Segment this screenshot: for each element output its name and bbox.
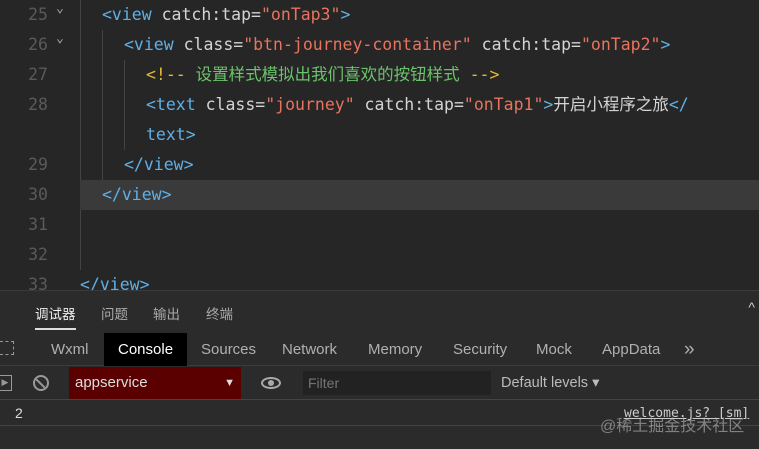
code-token: class=	[205, 95, 266, 114]
code-text: </view>	[80, 270, 150, 290]
code-token: >	[543, 95, 554, 114]
tab-sources[interactable]: Sources	[187, 333, 270, 366]
tab-console[interactable]: Console	[104, 333, 188, 366]
code-token: 开启小程序之旅	[553, 95, 669, 114]
code-line[interactable]: 25 ⌄ <view catch:tap="onTap3">	[0, 0, 759, 30]
filter-input[interactable]	[303, 371, 491, 395]
code-line[interactable]: 32	[0, 240, 759, 270]
inspect-icon[interactable]	[0, 341, 14, 355]
line-number: 25	[28, 5, 48, 24]
line-number: 28	[28, 95, 48, 114]
code-text: text>	[146, 120, 196, 150]
code-token: <!--	[146, 65, 196, 84]
line-number: 31	[28, 215, 48, 234]
tab-mock[interactable]: Mock	[522, 333, 586, 366]
panel-tab[interactable]: 问题	[101, 303, 128, 323]
line-number: 27	[28, 65, 48, 84]
devtools-tabs: » Wxml Console Sources Network Memory Securit…	[0, 333, 759, 366]
code-line[interactable]: 30 </view>	[28, 180, 759, 210]
code-token: </	[668, 95, 689, 114]
console-output-value: 2	[15, 405, 23, 421]
debug-panel: 调试器 问题 输出 终端 ^ » Wxml Console Sources Network M…	[0, 290, 759, 449]
code-token: </view>	[80, 275, 150, 290]
code-line[interactable]: 33 </view>	[0, 270, 759, 290]
line-number: 30	[28, 185, 48, 204]
code-editor[interactable]: 25 ⌄ <view catch:tap="onTap3"> 26 ⌄ <view cla…	[0, 0, 759, 290]
context-value: appservice	[75, 374, 148, 391]
code-token: catch:tap=	[354, 95, 464, 114]
tab-security[interactable]: Security	[439, 333, 521, 366]
watermark: @稀土掘金技术社区	[600, 418, 745, 435]
tab-wxml[interactable]: Wxml	[37, 333, 103, 366]
code-token: "onTap3"	[260, 5, 341, 24]
collapse-icon[interactable]: ^	[748, 299, 755, 315]
code-token: </view>	[102, 185, 172, 204]
console-toolbar: ▶ appservice ▼ Default levels ▾	[0, 367, 759, 400]
prompt-icon: ›	[0, 430, 1, 442]
tab-appdata[interactable]: AppData	[588, 333, 674, 366]
code-token: "journey"	[265, 95, 355, 114]
code-token: <view	[102, 5, 162, 24]
code-token: >	[660, 35, 671, 54]
code-line[interactable]: 29 </view>	[0, 150, 759, 180]
code-line[interactable]: 27 <!-- 设置样式模拟出我们喜欢的按钮样式 -->	[0, 60, 759, 90]
code-token: text>	[146, 125, 196, 144]
code-token: <text	[146, 95, 206, 114]
panel-tabs: 调试器 问题 输出 终端	[0, 291, 759, 333]
code-line[interactable]: 31	[0, 210, 759, 240]
code-token: class=	[183, 35, 244, 54]
code-text: </view>	[124, 150, 194, 180]
fold-chevron-icon[interactable]: ⌄	[56, 0, 64, 24]
eye-icon[interactable]	[261, 377, 281, 389]
line-number: 32	[28, 245, 48, 264]
chevron-down-icon: ▼	[224, 377, 235, 389]
code-token: catch:tap=	[161, 5, 261, 24]
more-tabs-button[interactable]: »	[670, 333, 709, 366]
code-line[interactable]: 28 <text class="journey" catch:tap="onTap…	[0, 90, 759, 120]
code-token: <view	[124, 35, 184, 54]
code-line[interactable]: text>	[0, 120, 759, 150]
tab-memory[interactable]: Memory	[354, 333, 436, 366]
code-token: "onTap1"	[463, 95, 544, 114]
panel-tab[interactable]: 输出	[153, 303, 180, 323]
code-token: "btn-journey-container"	[243, 35, 472, 54]
panel-tab[interactable]: 终端	[206, 303, 233, 323]
code-token: "onTap2"	[580, 35, 661, 54]
code-token: 设置样式模拟出我们喜欢的按钮样式	[195, 65, 460, 84]
context-select[interactable]: appservice ▼	[69, 367, 241, 399]
code-line[interactable]: 26 ⌄ <view class="btn-journey-container" c…	[0, 30, 759, 60]
code-token: catch:tap=	[471, 35, 581, 54]
code-text: <text class="journey" catch:tap="onTap1"…	[146, 90, 689, 120]
code-text: <view class="btn-journey-container" catc…	[124, 30, 670, 60]
code-text: <view catch:tap="onTap3">	[102, 0, 350, 30]
sidebar-toggle-icon[interactable]: ▶	[0, 375, 12, 391]
panel-tab[interactable]: 调试器	[35, 303, 76, 330]
code-token: </view>	[124, 155, 194, 174]
code-token: >	[340, 5, 351, 24]
code-text: </view>	[102, 180, 172, 210]
tab-network[interactable]: Network	[268, 333, 351, 366]
log-levels-select[interactable]: Default levels ▾	[501, 367, 599, 399]
fold-chevron-icon[interactable]: ⌄	[56, 24, 64, 54]
line-number: 33	[28, 275, 48, 290]
code-text: <!-- 设置样式模拟出我们喜欢的按钮样式 -->	[146, 60, 499, 90]
clear-console-icon[interactable]	[33, 375, 49, 391]
line-number: 29	[28, 155, 48, 174]
code-token: -->	[459, 65, 500, 84]
line-number: 26	[28, 35, 48, 54]
